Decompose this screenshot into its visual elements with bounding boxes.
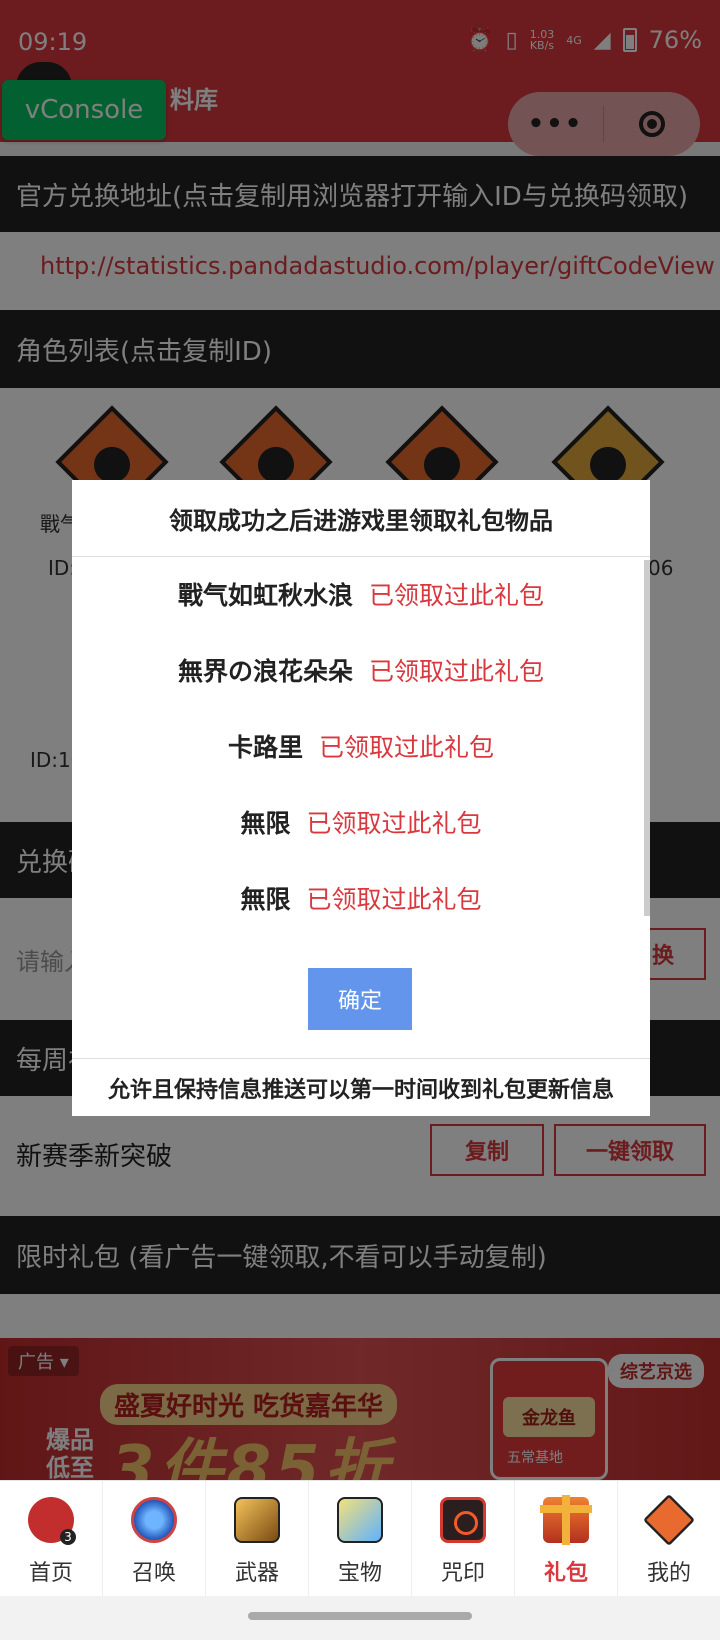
claim-result-row: 卡路里 已领取过此礼包	[72, 708, 650, 784]
tab-gift[interactable]: 礼包	[515, 1481, 618, 1597]
claim-result-row: 無界の浪花朵朵 已领取过此礼包	[72, 632, 650, 708]
claim-result-list: 戰气如虹秋水浪 已领取过此礼包 無界の浪花朵朵 已领取过此礼包 卡路里 已领取过…	[72, 556, 650, 936]
tab-label: 礼包	[543, 1561, 588, 1586]
claim-status: 已领取过此礼包	[306, 885, 482, 914]
role-name: 無限	[240, 885, 291, 914]
role-name: 卡路里	[227, 733, 303, 762]
system-nav-area	[0, 1596, 720, 1640]
claim-status: 已领取过此礼包	[369, 657, 545, 686]
tab-weapon[interactable]: 武器	[206, 1481, 309, 1597]
bottom-tab-bar: 首页 召唤 武器 宝物 咒印 礼包 我的	[0, 1480, 720, 1597]
weapon-icon	[234, 1497, 280, 1543]
tab-mine[interactable]: 我的	[618, 1481, 720, 1597]
confirm-button[interactable]: 确定	[308, 968, 412, 1030]
claim-status: 已领取过此礼包	[306, 809, 482, 838]
mine-icon	[642, 1493, 696, 1547]
home-indicator[interactable]	[248, 1612, 472, 1620]
summon-icon	[131, 1497, 177, 1543]
tab-label: 咒印	[440, 1561, 485, 1586]
dialog-scrollbar[interactable]	[644, 560, 650, 916]
tab-label: 宝物	[337, 1561, 382, 1586]
tab-summon[interactable]: 召唤	[103, 1481, 206, 1597]
tab-label: 召唤	[131, 1561, 176, 1586]
role-name: 無界の浪花朵朵	[177, 657, 353, 686]
role-name: 無限	[240, 809, 291, 838]
tab-label: 武器	[234, 1561, 279, 1586]
tab-label: 我的	[646, 1561, 691, 1586]
home-icon	[28, 1497, 76, 1545]
tab-seal[interactable]: 咒印	[412, 1481, 515, 1597]
claim-result-row: 無限 已领取过此礼包	[72, 860, 650, 936]
dialog-title: 领取成功之后进游戏里领取礼包物品	[72, 480, 650, 557]
gift-icon	[540, 1495, 592, 1545]
claim-result-row: 戰气如虹秋水浪 已领取过此礼包	[72, 556, 650, 632]
claim-result-row: 無限 已领取过此礼包	[72, 784, 650, 860]
role-name: 戰气如虹秋水浪	[177, 581, 353, 610]
claim-status: 已领取过此礼包	[319, 733, 495, 762]
tab-treasure[interactable]: 宝物	[309, 1481, 412, 1597]
claim-result-dialog: 领取成功之后进游戏里领取礼包物品 戰气如虹秋水浪 已领取过此礼包 無界の浪花朵朵…	[72, 480, 650, 1116]
tab-home[interactable]: 首页	[0, 1481, 103, 1597]
treasure-icon	[337, 1497, 383, 1543]
claim-status: 已领取过此礼包	[369, 581, 545, 610]
tab-label: 首页	[28, 1561, 73, 1586]
dialog-footer-note: 允许且保持信息推送可以第一时间收到礼包更新信息	[72, 1058, 650, 1117]
seal-icon	[440, 1497, 486, 1543]
